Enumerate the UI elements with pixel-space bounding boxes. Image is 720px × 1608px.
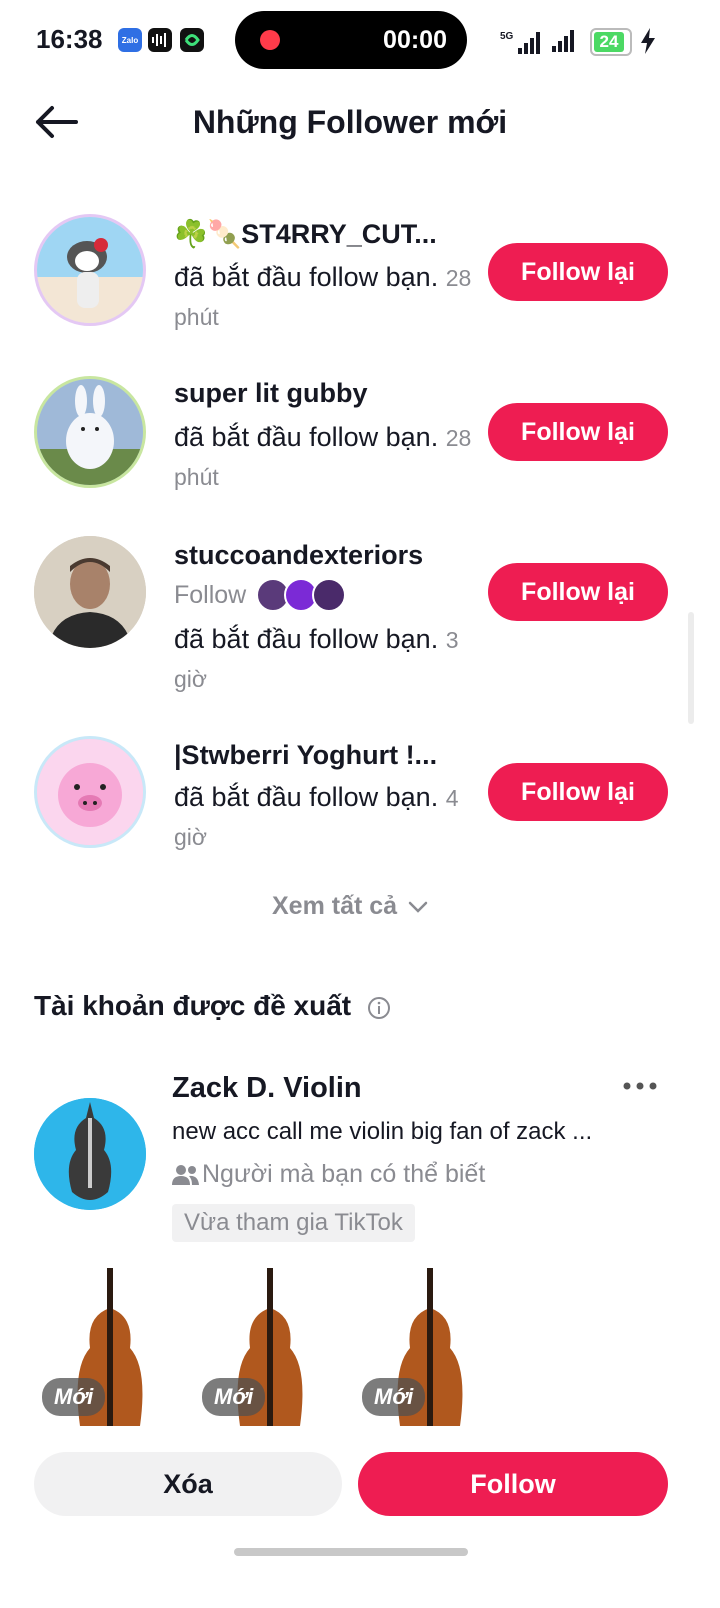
follower-row[interactable]: ☘️🍡ST4RRY_CUT... đã bắt đầu follow bạn. … bbox=[0, 210, 700, 340]
zalo-icon: Zalo bbox=[118, 28, 142, 52]
charging-icon bbox=[640, 28, 656, 59]
see-all-label: Xem tất cả bbox=[271, 892, 398, 920]
avatar[interactable] bbox=[34, 376, 146, 488]
cellular-signal-icon: 5G bbox=[500, 30, 546, 61]
video-thumbnail[interactable]: Mới bbox=[42, 1268, 178, 1426]
new-badge: Mới bbox=[202, 1378, 266, 1416]
record-timer: 00:00 bbox=[383, 26, 447, 54]
more-options-icon[interactable] bbox=[622, 1076, 658, 1101]
see-all-button[interactable]: Xem tất cả bbox=[0, 892, 700, 921]
follower-desc: đã bắt đầu follow bạn. 4 giờ bbox=[174, 782, 459, 850]
new-badge: Mới bbox=[42, 1378, 106, 1416]
app-icon bbox=[180, 28, 204, 52]
follower-username[interactable]: super lit gubby bbox=[174, 378, 368, 409]
follower-row[interactable]: |Stwberri Yoghurt !... đã bắt đầu follow… bbox=[0, 734, 700, 864]
signal-icon bbox=[552, 30, 580, 59]
battery-icon: 24 bbox=[590, 28, 632, 56]
follower-username[interactable]: ☘️🍡ST4RRY_CUT... bbox=[174, 218, 437, 250]
follow-back-button[interactable]: Follow lại bbox=[488, 403, 668, 461]
record-dot-icon bbox=[260, 30, 280, 50]
follower-desc: đã bắt đầu follow bạn. 28 phút bbox=[174, 262, 472, 330]
avatar[interactable] bbox=[34, 536, 146, 648]
chevron-down-icon bbox=[408, 902, 428, 914]
page-title: Những Follower mới bbox=[192, 104, 508, 140]
audio-icon bbox=[148, 28, 172, 52]
mutual-label: Follow bbox=[174, 580, 247, 609]
screen-record-pill[interactable]: 00:00 bbox=[235, 11, 467, 69]
follower-row[interactable]: super lit gubby đã bắt đầu follow bạn. 2… bbox=[0, 372, 700, 502]
follower-row[interactable]: stuccoandexteriors Follow đã bắt đầu fol… bbox=[0, 534, 700, 694]
status-time: 16:38 bbox=[36, 24, 103, 54]
follower-desc: đã bắt đầu follow bạn. 3 giờ bbox=[174, 624, 459, 692]
follow-back-button[interactable]: Follow lại bbox=[488, 243, 668, 301]
section-title: Tài khoản được đề xuất bbox=[34, 990, 391, 1022]
people-icon bbox=[172, 1164, 199, 1185]
follow-back-button[interactable]: Follow lại bbox=[488, 763, 668, 821]
video-thumbnail[interactable]: Mới bbox=[202, 1268, 338, 1426]
battery-level: 24 bbox=[594, 32, 624, 52]
follower-username[interactable]: |Stwberri Yoghurt !... bbox=[174, 740, 437, 771]
video-thumbnail[interactable]: Mới bbox=[362, 1268, 498, 1426]
svg-text:5G: 5G bbox=[500, 31, 514, 42]
suggested-reason: Người mà bạn có thể biết bbox=[172, 1160, 485, 1189]
follow-button[interactable]: Follow bbox=[358, 1452, 668, 1516]
info-icon[interactable] bbox=[367, 996, 391, 1020]
mutual-avatars bbox=[256, 578, 347, 612]
mutual-follow-row: Follow bbox=[174, 578, 347, 612]
scroll-indicator[interactable] bbox=[688, 612, 694, 724]
follow-back-button[interactable]: Follow lại bbox=[488, 563, 668, 621]
follower-desc: đã bắt đầu follow bạn. 28 phút bbox=[174, 422, 472, 490]
home-indicator[interactable] bbox=[234, 1548, 468, 1556]
new-badge: Mới bbox=[362, 1378, 426, 1416]
avatar[interactable] bbox=[34, 736, 146, 848]
suggested-bio: new acc call me violin big fan of zack .… bbox=[172, 1118, 593, 1145]
follower-username[interactable]: stuccoandexteriors bbox=[174, 540, 423, 571]
suggested-avatar[interactable] bbox=[34, 1098, 146, 1210]
remove-button[interactable]: Xóa bbox=[34, 1452, 342, 1516]
avatar[interactable] bbox=[34, 214, 146, 326]
suggested-name[interactable]: Zack D. Violin bbox=[172, 1072, 362, 1105]
mutual-avatar bbox=[312, 578, 347, 612]
status-badge: Vừa tham gia TikTok bbox=[172, 1204, 415, 1242]
